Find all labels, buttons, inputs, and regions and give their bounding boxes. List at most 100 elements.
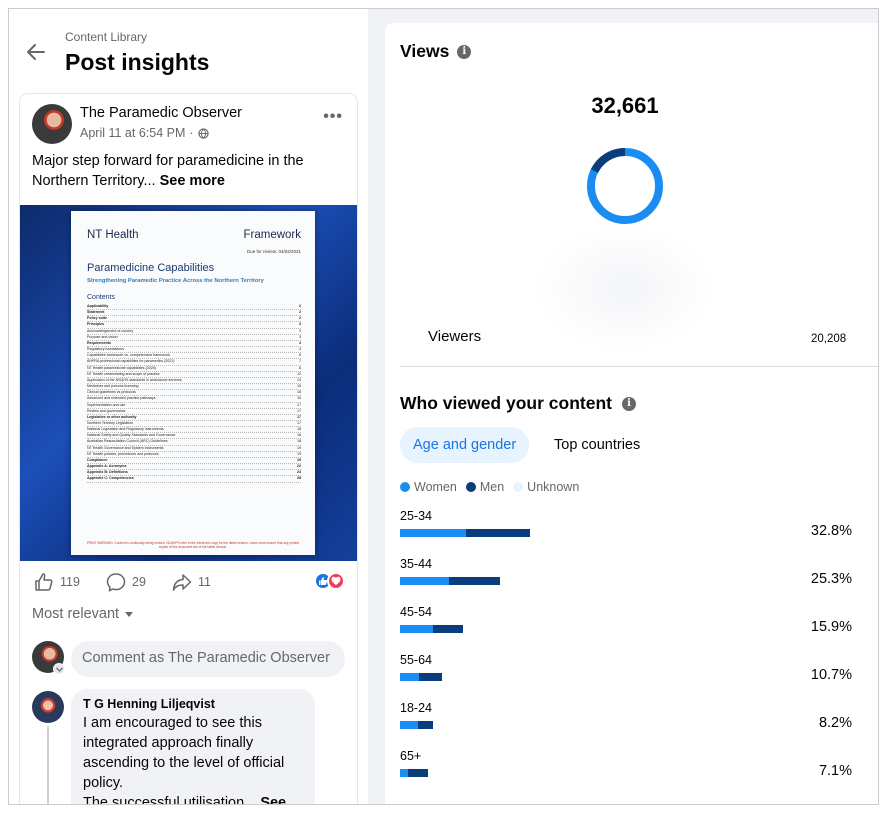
arrow-left-icon [27, 44, 45, 60]
views-donut-chart [587, 148, 663, 224]
tab-top-countries[interactable]: Top countries [541, 427, 653, 463]
toc-page: 19 [297, 457, 301, 462]
page-title: Post insights [65, 49, 210, 75]
app-frame: Content Library Post insights The Parame… [8, 8, 879, 805]
doc-title: Paramedicine Capabilities [87, 262, 215, 274]
age-row: 18-24 8.2% [400, 701, 860, 741]
back-button[interactable] [23, 39, 49, 65]
age-row: 45-54 15.9% [400, 605, 860, 645]
thread-line [47, 726, 49, 804]
age-label: 45-54 [400, 605, 432, 619]
age-percentage: 8.2% [818, 715, 852, 731]
share-button[interactable]: 11 [172, 572, 211, 592]
post-date[interactable]: April 11 at 6:54 PM [80, 126, 185, 140]
post-card: The Paramedic Observer April 11 at 6:54 … [20, 94, 357, 804]
thumbs-up-icon [35, 573, 53, 591]
toc-line: Appendix C: Competencies 28 [87, 476, 301, 483]
account-switch-chevron-icon[interactable] [53, 663, 65, 675]
post-image[interactable]: NT Health Framework Due for review: 04/0… [20, 205, 357, 561]
comment-button[interactable]: 29 [106, 572, 146, 592]
bar-women-segment [400, 673, 419, 681]
breadcrumb[interactable]: Content Library [65, 30, 147, 44]
section-divider [400, 366, 878, 367]
insights-panel: Views i 32,661 Viewers 20,208 Who viewed… [385, 23, 878, 804]
age-label: 65+ [400, 749, 422, 763]
reaction-badges[interactable] [314, 572, 345, 590]
toc-page: 16 [297, 396, 301, 401]
toc-page: 4 [299, 347, 301, 352]
comment-icon [106, 573, 126, 592]
age-bar[interactable] [400, 721, 433, 729]
commenter-name[interactable]: T G Henning Liljeqvist [83, 697, 303, 711]
legend-men: Men [465, 480, 505, 494]
chevron-down-icon [125, 611, 134, 617]
toc-title: Review and governance [87, 408, 126, 413]
bar-men-segment [449, 577, 501, 585]
toc-title: Capabilities framework vs. competencies … [87, 353, 170, 358]
toc-page: 17 [297, 414, 301, 419]
avatar[interactable] [32, 104, 72, 144]
toc-page: 15 [297, 384, 301, 389]
bar-men-segment [408, 769, 429, 777]
commenter-avatar[interactable] [32, 691, 64, 723]
comment-bubble: T G Henning Liljeqvist I am encouraged t… [71, 689, 315, 804]
age-row: 35-44 25.3% [400, 557, 860, 597]
toc-page: 3 [299, 328, 301, 333]
age-label: 25-34 [400, 509, 432, 523]
bar-men-segment [466, 529, 530, 537]
legend-label: Men [479, 480, 505, 494]
toc-page: 24 [297, 470, 301, 475]
toc-title: Acknowledgement of country [87, 328, 134, 333]
donut-segment [590, 148, 626, 173]
author-name[interactable]: The Paramedic Observer [80, 105, 242, 121]
legend-unknown: Unknown [513, 480, 579, 494]
views-section-title: Views i [400, 41, 472, 62]
doc-type: Framework [243, 229, 301, 241]
bar-men-segment [418, 673, 443, 681]
age-label: 18-24 [400, 701, 432, 715]
toc-page: 19 [297, 451, 301, 456]
toc-page: 16 [297, 390, 301, 395]
toc-page: 12 [297, 371, 301, 376]
comment-input[interactable]: Comment as The Paramedic Observer [71, 641, 345, 677]
women-dot-icon [400, 482, 410, 492]
toc-title: Northern Territory Legislation [87, 420, 134, 425]
toc-title: AHPRA professional capabilities for para… [87, 359, 175, 364]
age-bar[interactable] [400, 577, 501, 585]
comment-text: I am encouraged to see this integrated a… [83, 713, 303, 804]
globe-icon [197, 127, 209, 139]
toc-page: 17 [297, 408, 301, 413]
toc-page: 6 [299, 353, 301, 358]
toc-title: NT Health paramedicine capabilities (202… [87, 365, 156, 370]
comment-sort-dropdown[interactable]: Most relevant [32, 606, 134, 622]
info-icon[interactable]: i [457, 44, 472, 59]
toc-title: Implementation and use [87, 402, 126, 407]
tab-age-and-gender[interactable]: Age and gender [400, 427, 530, 463]
comment-body: I am encouraged to see this integrated a… [83, 715, 285, 791]
age-bar[interactable] [400, 769, 429, 777]
toc-page: 18 [297, 433, 301, 438]
age-percentage: 10.7% [810, 667, 852, 683]
toc-title: Principles [87, 322, 105, 327]
age-bar[interactable] [400, 625, 463, 633]
bar-women-segment [400, 529, 467, 537]
views-title: Views [400, 41, 450, 61]
info-icon[interactable]: i [621, 396, 636, 411]
more-options-button[interactable]: ••• [323, 108, 343, 126]
share-count: 11 [198, 575, 211, 589]
age-bar[interactable] [400, 529, 530, 537]
toc-page: 3 [299, 334, 301, 339]
bar-men-segment [417, 721, 433, 729]
see-more-link[interactable]: See more [160, 173, 225, 189]
toc-page: 3 [299, 322, 301, 327]
age-bar[interactable] [400, 673, 443, 681]
like-count: 119 [60, 575, 80, 589]
bar-women-segment [400, 577, 450, 585]
toc-title: Requirements [87, 340, 111, 345]
comment-see-more-link[interactable]: See [260, 795, 286, 804]
toc-page: 8 [299, 365, 301, 370]
age-percentage: 32.8% [810, 523, 852, 539]
toc-page: 18 [297, 427, 301, 432]
viewers-label: Viewers [428, 328, 482, 345]
like-button[interactable]: 119 [34, 572, 80, 592]
